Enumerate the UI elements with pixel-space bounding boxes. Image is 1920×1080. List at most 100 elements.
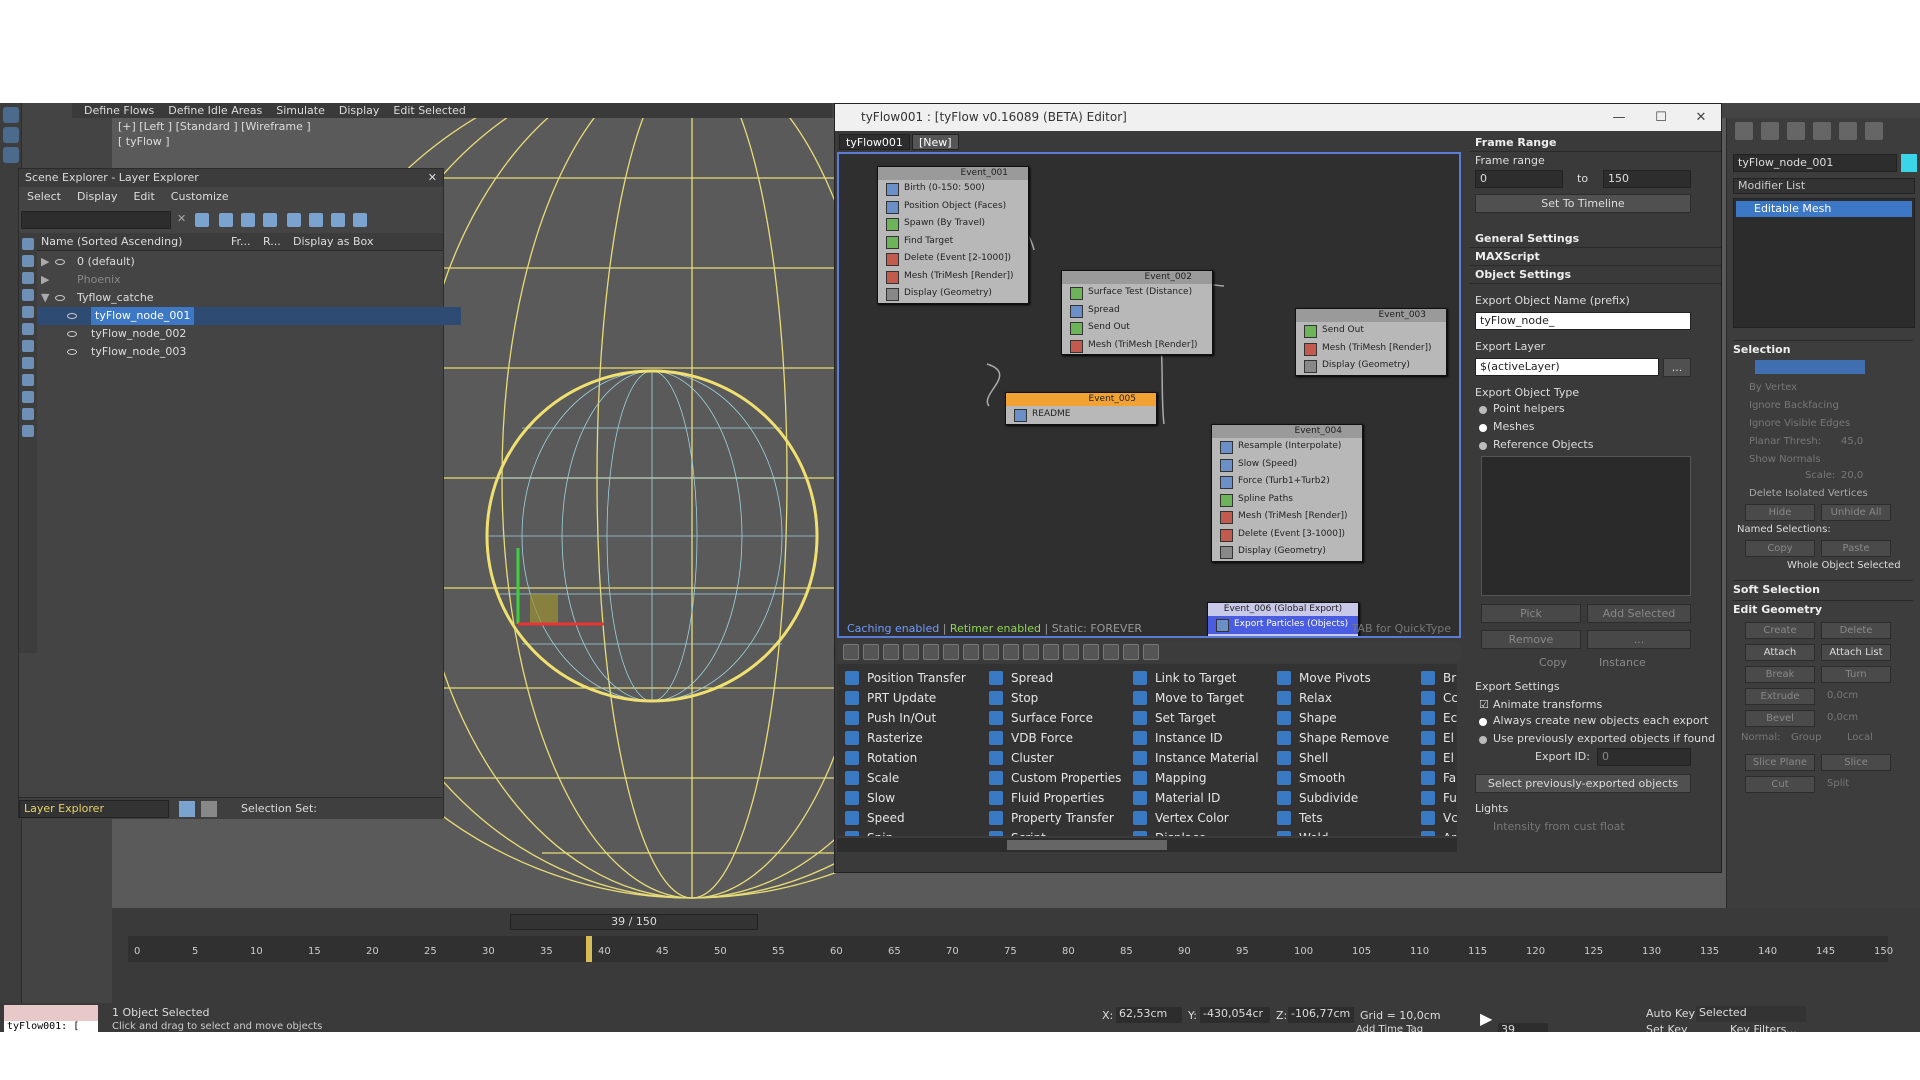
layer-manager-icon[interactable]	[179, 801, 195, 817]
browse-layer-button[interactable]: ...	[1663, 358, 1691, 377]
event-title[interactable]: Event_003	[1296, 309, 1446, 322]
object-row-tyflow-node-002[interactable]: tyFlow_node_002	[37, 325, 461, 343]
event-node-005[interactable]: Event_005 README	[1005, 392, 1157, 425]
close-button[interactable]: ✕	[1681, 104, 1721, 131]
se-menu-select[interactable]: Select	[27, 190, 61, 203]
operator-slow[interactable]: Slow (Speed)	[1212, 456, 1362, 474]
menu-define-flows[interactable]: Define Flows	[84, 104, 154, 117]
type-reference-objects[interactable]: Reference Objects	[1493, 438, 1593, 451]
intensity-label[interactable]: Intensity from cust float	[1493, 820, 1625, 833]
delete-button[interactable]: Delete	[1821, 622, 1891, 639]
maxscript-input[interactable]: tyFlow001: [	[4, 1021, 98, 1032]
op-vertex-color[interactable]: Vertex Color	[1129, 808, 1274, 828]
break-button[interactable]: Break	[1745, 666, 1815, 683]
op-slow[interactable]: Slow	[841, 788, 986, 808]
category-test-icon[interactable]	[883, 644, 899, 660]
search-input[interactable]	[21, 211, 171, 229]
attach-button[interactable]: Attach	[1745, 644, 1815, 661]
op-truncated-5[interactable]: El	[1417, 748, 1457, 768]
op-rasterize[interactable]: Rasterize	[841, 728, 986, 748]
modify-tab-icon[interactable]	[1761, 122, 1779, 140]
operator-position-object[interactable]: Position Object (Faces)	[878, 198, 1028, 216]
timeline-track[interactable]: 0 5 10 15 20 25 30 35 40 45 50 55 60 65 70 75 80 85 90 95 10…	[128, 936, 1893, 962]
op-smooth[interactable]: Smooth	[1273, 768, 1418, 788]
utilities-tab-icon[interactable]	[1865, 122, 1883, 140]
ignore-backfacing-label[interactable]: Ignore Backfacing	[1749, 400, 1839, 411]
bevel-button[interactable]: Bevel	[1745, 710, 1815, 727]
col-name[interactable]: Name (Sorted Ascending)	[41, 235, 182, 248]
checkbox-animate[interactable]: ☑	[1479, 698, 1489, 711]
se-menu-edit[interactable]: Edit	[133, 190, 154, 203]
operator-force[interactable]: Force (Turb1+Turb2)	[1212, 473, 1362, 491]
general-settings-header[interactable]: General Settings	[1469, 230, 1721, 248]
se-menu-display[interactable]: Display	[77, 190, 118, 203]
event-node-002[interactable]: Event_002 Surface Test (Distance) Spread…	[1061, 270, 1213, 355]
delete-isolated-label[interactable]: Delete Isolated Vertices	[1749, 488, 1868, 499]
event-node-003[interactable]: Event_003 Send Out Mesh (TriMesh [Render…	[1295, 308, 1447, 376]
radio-reference-objects[interactable]	[1479, 442, 1487, 450]
geometry-filter-icon[interactable]	[22, 238, 34, 250]
col-display-box[interactable]: Display as Box	[293, 235, 373, 248]
op-tets[interactable]: Tets	[1273, 808, 1418, 828]
op-truncated-6[interactable]: Fa	[1417, 768, 1457, 788]
bevel-value[interactable]: 0,0cm	[1827, 712, 1858, 723]
spacewarp-filter-icon[interactable]	[22, 323, 34, 335]
add-selected-button[interactable]: Add Selected	[1587, 604, 1691, 623]
slice-button[interactable]: Slice	[1821, 754, 1891, 771]
clear-search-icon[interactable]: ✕	[177, 212, 186, 225]
op-vdb-force[interactable]: VDB Force	[985, 728, 1130, 748]
play-icon[interactable]: ▶	[1480, 1009, 1492, 1028]
op-truncated-2[interactable]: Cc	[1417, 688, 1457, 708]
op-displace[interactable]: Displace	[1129, 828, 1274, 836]
op-stop[interactable]: Stop	[985, 688, 1130, 708]
new-layer-icon[interactable]	[241, 213, 255, 227]
expand-icon[interactable]: ▶	[41, 271, 49, 289]
category-shape-icon[interactable]	[963, 644, 979, 660]
op-relax[interactable]: Relax	[1273, 688, 1418, 708]
category-script-icon[interactable]	[1063, 644, 1079, 660]
category-mesh-icon[interactable]	[1003, 644, 1019, 660]
menu-simulate[interactable]: Simulate	[276, 104, 325, 117]
category-material-icon[interactable]	[983, 644, 999, 660]
frame-from-input[interactable]: 0	[1475, 170, 1563, 188]
operator-spread[interactable]: Spread	[1062, 302, 1212, 320]
selection-rollout-header[interactable]: Selection	[1733, 340, 1913, 358]
op-subdivide[interactable]: Subdivide	[1273, 788, 1418, 808]
eye-icon[interactable]	[67, 331, 77, 337]
slice-plane-button[interactable]: Slice Plane	[1745, 754, 1815, 771]
helper-filter-icon[interactable]	[22, 306, 34, 318]
camera-filter-icon[interactable]	[22, 289, 34, 301]
undo-icon[interactable]	[3, 107, 19, 123]
tab-new[interactable]: [New]	[911, 134, 959, 150]
op-truncated-9[interactable]: Ar	[1417, 828, 1457, 836]
op-rotation[interactable]: Rotation	[841, 748, 986, 768]
operator-delete[interactable]: Delete (Event [2-1000])	[878, 250, 1028, 268]
timeline-playhead[interactable]	[586, 936, 593, 962]
collapse-icon[interactable]: ▼	[41, 289, 49, 307]
explorer-type-dropdown[interactable]: Layer Explorer	[19, 800, 169, 818]
operator-spawn[interactable]: Spawn (By Travel)	[878, 215, 1028, 233]
category-mapping-icon[interactable]	[1023, 644, 1039, 660]
close-icon[interactable]: ✕	[428, 169, 437, 187]
sync-icon[interactable]	[353, 213, 367, 227]
op-scale[interactable]: Scale	[841, 768, 986, 788]
radio-use-previous[interactable]	[1479, 736, 1487, 744]
operator-spline-paths[interactable]: Spline Paths	[1212, 491, 1362, 509]
type-meshes[interactable]: Meshes	[1493, 420, 1534, 433]
shape-filter-icon[interactable]	[22, 255, 34, 267]
operator-export-particles[interactable]: Export Particles (Objects)	[1208, 616, 1358, 634]
auto-key-button[interactable]: Auto Key	[1646, 1007, 1695, 1020]
hierarchy-icon[interactable]	[287, 213, 301, 227]
display-tab-icon[interactable]	[1839, 122, 1857, 140]
set-to-timeline-button[interactable]: Set To Timeline	[1475, 194, 1691, 213]
se-menu-customize[interactable]: Customize	[171, 190, 229, 203]
export-name-input[interactable]: tyFlow_node_	[1475, 312, 1691, 330]
extrude-button[interactable]: Extrude	[1745, 688, 1815, 705]
key-filters-button[interactable]: Key Filters...	[1730, 1023, 1797, 1032]
operator-readme[interactable]: README	[1006, 406, 1156, 424]
z-coordinate-field[interactable]: -106,77cm	[1288, 1007, 1354, 1023]
op-set-target[interactable]: Set Target	[1129, 708, 1274, 728]
ignore-visible-label[interactable]: Ignore Visible Edges	[1749, 418, 1850, 429]
link-icon[interactable]	[3, 147, 19, 163]
operator-list-scrollbar[interactable]	[837, 838, 1457, 852]
